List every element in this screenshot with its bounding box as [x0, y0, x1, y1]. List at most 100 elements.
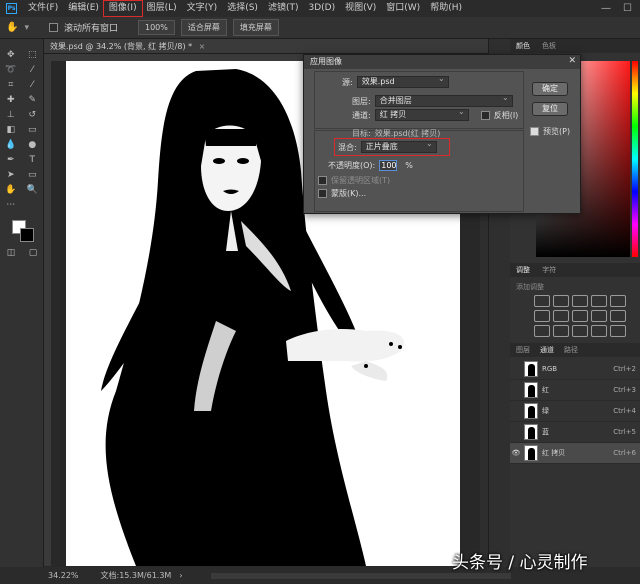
zoom-100-button[interactable]: 100%	[138, 20, 175, 35]
channel-thumbnail	[524, 382, 538, 398]
brightness-contrast-icon[interactable]	[534, 295, 550, 307]
preview-checkbox[interactable]	[530, 127, 539, 136]
invert-checkbox[interactable]	[480, 110, 490, 120]
threshold-icon[interactable]	[572, 325, 588, 337]
more-tools-icon[interactable]: ⋯	[4, 200, 18, 210]
horizontal-scrollbar[interactable]	[210, 572, 511, 579]
eraser-tool-icon[interactable]: ◧	[4, 125, 18, 135]
tool-row: ➤ ▭	[0, 167, 43, 182]
shape-tool-icon[interactable]: ▭	[25, 170, 39, 180]
channel-row-red[interactable]: 红 Ctrl+3	[510, 380, 640, 401]
menu-help[interactable]: 帮助(H)	[425, 1, 467, 16]
vibrance-icon[interactable]	[610, 295, 626, 307]
mask-row: 蒙版(K)...	[318, 188, 366, 199]
menu-type[interactable]: 文字(Y)	[182, 1, 223, 16]
zoom-tool-icon[interactable]: 🔍	[25, 185, 39, 195]
menu-3d[interactable]: 3D(D)	[303, 1, 340, 16]
tab-layers[interactable]: 图层	[516, 345, 530, 355]
path-selection-tool-icon[interactable]: ➤	[4, 170, 18, 180]
fit-screen-button[interactable]: 适合屏幕	[180, 19, 227, 36]
source-select[interactable]: 效果.psd	[356, 74, 449, 88]
channel-shortcut: Ctrl+5	[613, 428, 636, 436]
brush-tool-icon[interactable]: ✎	[25, 95, 39, 105]
menu-window[interactable]: 窗口(W)	[381, 1, 425, 16]
type-tool-icon[interactable]: T	[25, 155, 39, 165]
opacity-row: 不透明度(O): 100 %	[328, 160, 413, 171]
gradient-tool-icon[interactable]: ▭	[25, 125, 39, 135]
channel-mixer-icon[interactable]	[610, 310, 626, 322]
tool-row: ✒ T	[0, 152, 43, 167]
tool-row: ◫ ▢	[0, 245, 44, 260]
screen-mode-icon[interactable]: ▢	[26, 248, 40, 258]
layer-label: 图层:	[352, 96, 371, 106]
menu-layer[interactable]: 图层(L)	[142, 1, 182, 16]
magic-wand-tool-icon[interactable]: ⁄	[25, 65, 39, 75]
hand-tool-icon[interactable]: ✋	[6, 22, 18, 33]
invert-icon[interactable]	[534, 325, 550, 337]
tab-adjustments[interactable]: 调整	[516, 266, 530, 274]
photo-filter-icon[interactable]	[591, 310, 607, 322]
hue-saturation-icon[interactable]	[534, 310, 550, 322]
channel-select[interactable]: 红 拷贝	[374, 107, 469, 121]
status-chevron-icon[interactable]: ›	[179, 571, 182, 580]
move-tool-icon[interactable]: ✥	[4, 50, 18, 60]
posterize-icon[interactable]	[553, 325, 569, 337]
quick-mask-icon[interactable]: ◫	[4, 248, 18, 258]
history-brush-tool-icon[interactable]: ↺	[25, 110, 39, 120]
black-white-icon[interactable]	[572, 310, 588, 322]
background-color-swatch[interactable]	[20, 228, 34, 242]
fill-screen-button[interactable]: 填充屏幕	[232, 19, 279, 36]
scroll-all-checkbox[interactable]	[48, 23, 58, 32]
mask-checkbox[interactable]	[318, 189, 327, 198]
marquee-tool-icon[interactable]: ⬚	[25, 50, 39, 60]
reset-button[interactable]: 复位	[532, 102, 568, 116]
menu-filter[interactable]: 滤镜(T)	[263, 1, 304, 16]
channel-row-rgb[interactable]: RGB Ctrl+2	[510, 359, 640, 380]
healing-brush-tool-icon[interactable]: ✚	[4, 95, 18, 105]
menu-edit[interactable]: 编辑(E)	[63, 1, 104, 16]
blending-select[interactable]: 正片叠底	[360, 139, 437, 153]
tab-swatches[interactable]: 色板	[542, 41, 556, 51]
clone-stamp-tool-icon[interactable]: ⊥	[4, 110, 18, 120]
curves-icon[interactable]	[572, 295, 588, 307]
eyedropper-tool-icon[interactable]: ⁄	[25, 80, 39, 90]
minimize-icon[interactable]: —	[601, 3, 611, 14]
close-document-icon[interactable]: ×	[199, 42, 206, 51]
ok-button[interactable]: 确定	[532, 82, 568, 96]
hue-slider[interactable]	[632, 61, 638, 257]
gradient-map-icon[interactable]	[591, 325, 607, 337]
channel-row-green[interactable]: 绿 Ctrl+4	[510, 401, 640, 422]
dodge-tool-icon[interactable]: ●	[25, 140, 39, 150]
pen-tool-icon[interactable]: ✒	[4, 155, 18, 165]
tab-character[interactable]: 字符	[542, 266, 556, 274]
menu-file[interactable]: 文件(F)	[23, 1, 63, 16]
exposure-icon[interactable]	[591, 295, 607, 307]
channel-row-blue[interactable]: 蓝 Ctrl+5	[510, 422, 640, 443]
zoom-level[interactable]: 34.22%	[48, 571, 79, 580]
menu-image[interactable]: 图像(I)	[102, 0, 143, 17]
opacity-input[interactable]: 100	[379, 160, 398, 171]
tool-row: ⊥ ↺	[0, 107, 43, 122]
crop-tool-icon[interactable]: ⌗	[4, 80, 18, 90]
layer-select[interactable]: 合并图层	[374, 93, 513, 107]
tab-channels[interactable]: 通道	[540, 345, 554, 355]
levels-icon[interactable]	[553, 295, 569, 307]
selective-color-icon[interactable]	[610, 325, 626, 337]
tool-preset-chevron-icon[interactable]: ▾	[24, 23, 29, 33]
channel-row-red-copy[interactable]: 👁 红 拷贝 Ctrl+6	[510, 443, 640, 464]
blur-tool-icon[interactable]: 💧	[4, 140, 18, 150]
menu-select[interactable]: 选择(S)	[222, 1, 263, 16]
photoshop-logo: Ps	[6, 3, 17, 14]
document-tab[interactable]: 效果.psd @ 34.2% (背景, 红 拷贝/8) * ×	[44, 39, 534, 54]
tab-color[interactable]: 颜色	[516, 41, 530, 51]
menu-view[interactable]: 视图(V)	[340, 1, 381, 16]
preserve-transparency-checkbox[interactable]	[318, 176, 327, 185]
tool-row: ⌗ ⁄	[0, 77, 43, 92]
color-balance-icon[interactable]	[553, 310, 569, 322]
lasso-tool-icon[interactable]: ➰	[4, 65, 18, 75]
tab-paths[interactable]: 路径	[564, 345, 578, 355]
hand-tool-icon[interactable]: ✋	[4, 185, 18, 195]
eye-icon[interactable]: 👁	[510, 449, 522, 457]
maximize-icon[interactable]: ☐	[623, 3, 632, 14]
close-icon[interactable]: ✕	[568, 56, 576, 66]
